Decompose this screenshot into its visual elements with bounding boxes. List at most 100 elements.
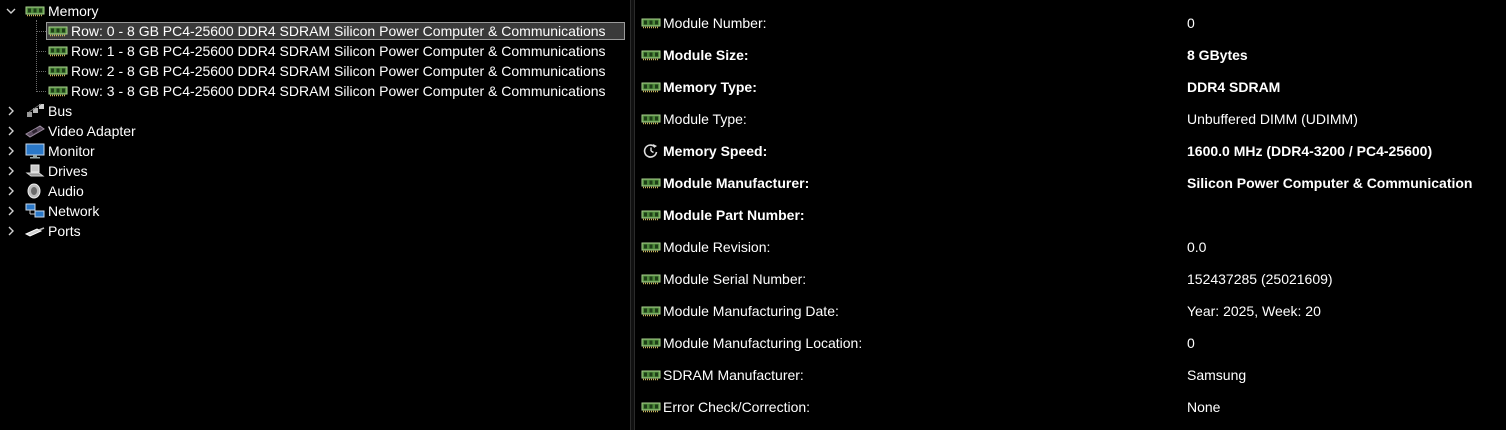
bus-icon: [25, 103, 45, 119]
property-name: Module Number:: [663, 15, 767, 31]
tree-item-row-3[interactable]: Row: 3 - 8 GB PC4-25600 DDR4 SDRAM Silic…: [48, 81, 606, 101]
device-tree[interactable]: Memory Row: 0 - 8 GB PC4-25600 DDR4 SDRA…: [0, 0, 629, 430]
property-name: Module Manufacturer:: [663, 175, 810, 191]
property-row-module-type: Module Type: Unbuffered DIMM (UDIMM): [637, 103, 1506, 135]
property-row-error-check-correction: Error Check/Correction: None: [637, 391, 1506, 423]
network-icon: [25, 203, 45, 219]
property-value: 0: [1187, 335, 1195, 351]
property-value: None: [1187, 399, 1221, 415]
expand-chevron-icon[interactable]: [5, 201, 17, 221]
property-name: Module Size:: [663, 47, 749, 63]
property-value: DDR4 SDRAM: [1187, 79, 1281, 95]
property-name: Module Manufacturing Date:: [663, 303, 839, 319]
property-name: Module Revision:: [663, 239, 771, 255]
pane-splitter[interactable]: [630, 0, 635, 430]
tree-item-bus[interactable]: Bus: [25, 101, 72, 121]
memory-module-icon: [641, 47, 661, 63]
monitor-icon: [25, 143, 45, 159]
memory-module-icon: [641, 239, 661, 255]
property-row-module-manufacturer: Module Manufacturer: Silicon Power Compu…: [637, 167, 1506, 199]
memory-module-icon: [48, 63, 68, 79]
property-row-memory-speed: Memory Speed: 1600.0 MHz (DDR4-3200 / PC…: [637, 135, 1506, 167]
tree-guide-branch: [37, 91, 46, 92]
tree-item-video-adapter[interactable]: Video Adapter: [25, 121, 136, 141]
property-value: 0: [1187, 15, 1195, 31]
collapse-chevron-icon[interactable]: [5, 1, 17, 21]
tree-guide-branch: [37, 31, 46, 32]
property-row-sdram-manufacturer: SDRAM Manufacturer: Samsung: [637, 359, 1506, 391]
tree-item-ports[interactable]: Ports: [25, 221, 81, 241]
tree-item-label: Memory: [48, 3, 99, 19]
tree-item-row-2[interactable]: Row: 2 - 8 GB PC4-25600 DDR4 SDRAM Silic…: [48, 61, 606, 81]
memory-module-icon: [48, 23, 68, 39]
property-row-module-number: Module Number: 0: [637, 7, 1506, 39]
tree-item-memory[interactable]: Memory: [25, 1, 99, 21]
property-row-module-serial-number: Module Serial Number: 152437285 (2502160…: [637, 263, 1506, 295]
expand-chevron-icon[interactable]: [5, 101, 17, 121]
property-name: Module Serial Number:: [663, 271, 807, 287]
property-value: Samsung: [1187, 367, 1247, 383]
expand-chevron-icon[interactable]: [5, 141, 17, 161]
memory-module-icon: [641, 399, 661, 415]
tree-item-label: Ports: [48, 223, 81, 239]
tree-item-drives[interactable]: Drives: [25, 161, 88, 181]
tree-item-label: Row: 2 - 8 GB PC4-25600 DDR4 SDRAM Silic…: [71, 63, 606, 79]
expand-chevron-icon[interactable]: [5, 221, 17, 241]
property-name: Module Part Number:: [663, 207, 805, 223]
property-name: Memory Type:: [663, 79, 757, 95]
tree-item-label: Row: 1 - 8 GB PC4-25600 DDR4 SDRAM Silic…: [71, 43, 606, 59]
tree-item-label: Monitor: [48, 143, 95, 159]
memory-module-icon: [641, 15, 661, 31]
memory-module-icon: [48, 83, 68, 99]
property-value: 1600.0 MHz (DDR4-3200 / PC4-25600): [1187, 143, 1433, 159]
property-value: Silicon Power Computer & Communication: [1187, 175, 1473, 191]
tree-item-label: Row: 3 - 8 GB PC4-25600 DDR4 SDRAM Silic…: [71, 83, 606, 99]
tree-guide-branch: [37, 71, 46, 72]
property-value: 8 GBytes: [1187, 47, 1248, 63]
memory-module-icon: [641, 111, 661, 127]
property-list: Module Number: 0 Module Size: 8 GBytes M…: [637, 0, 1506, 430]
speaker-icon: [25, 183, 45, 199]
video-adapter-icon: [25, 123, 45, 139]
property-value: Year: 2025, Week: 20: [1187, 303, 1321, 319]
memory-module-icon: [641, 303, 661, 319]
property-row-module-manufacturing-location: Module Manufacturing Location: 0: [637, 327, 1506, 359]
property-name: Module Manufacturing Location:: [663, 335, 863, 351]
port-icon: [25, 223, 45, 239]
property-row-module-part-number: Module Part Number:: [637, 199, 1506, 231]
memory-module-icon: [641, 271, 661, 287]
memory-module-icon: [641, 175, 661, 191]
tree-item-label: Video Adapter: [48, 123, 136, 139]
memory-module-icon: [641, 367, 661, 383]
tree-item-label: Row: 0 - 8 GB PC4-25600 DDR4 SDRAM Silic…: [71, 23, 606, 39]
property-name: Module Type:: [663, 111, 747, 127]
tree-item-label: Drives: [48, 163, 88, 179]
property-value: 0.0: [1187, 239, 1207, 255]
property-value: 152437285 (25021609): [1187, 271, 1333, 287]
tree-item-row-0[interactable]: Row: 0 - 8 GB PC4-25600 DDR4 SDRAM Silic…: [48, 21, 606, 41]
expand-chevron-icon[interactable]: [5, 161, 17, 181]
tree-item-label: Bus: [48, 103, 73, 119]
property-value: Unbuffered DIMM (UDIMM): [1187, 111, 1358, 127]
property-name: Memory Speed:: [663, 143, 768, 159]
memory-module-icon: [641, 335, 661, 351]
tree-item-row-1[interactable]: Row: 1 - 8 GB PC4-25600 DDR4 SDRAM Silic…: [48, 41, 606, 61]
tree-item-label: Audio: [48, 183, 84, 199]
speed-clock-icon: [641, 143, 661, 159]
memory-module-icon: [48, 43, 68, 59]
tree-item-audio[interactable]: Audio: [25, 181, 84, 201]
property-name: Error Check/Correction:: [663, 399, 811, 415]
expand-chevron-icon[interactable]: [5, 121, 17, 141]
memory-module-icon: [641, 79, 661, 95]
property-name: SDRAM Manufacturer:: [663, 367, 804, 383]
expand-chevron-icon[interactable]: [5, 181, 17, 201]
property-row-module-size: Module Size: 8 GBytes: [637, 39, 1506, 71]
tree-item-label: Network: [48, 203, 100, 219]
tree-item-monitor[interactable]: Monitor: [25, 141, 95, 161]
memory-module-icon: [25, 3, 45, 19]
property-row-module-manufacturing-date: Module Manufacturing Date: Year: 2025, W…: [637, 295, 1506, 327]
tree-guide-branch: [37, 51, 46, 52]
property-row-module-revision: Module Revision: 0.0: [637, 231, 1506, 263]
drive-icon: [25, 163, 45, 179]
tree-item-network[interactable]: Network: [25, 201, 99, 221]
